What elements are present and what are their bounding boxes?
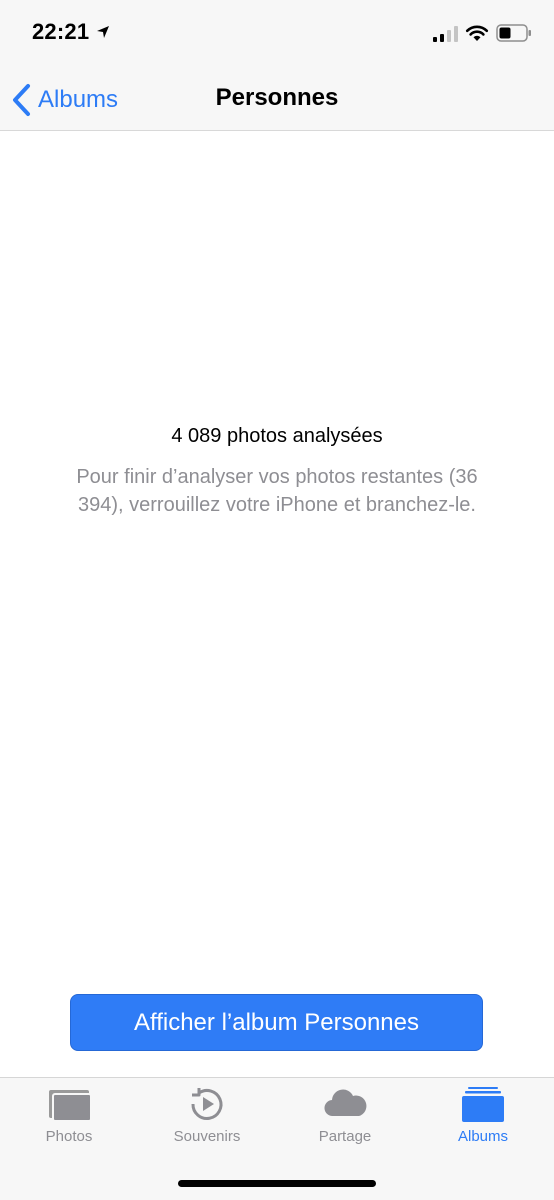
- analysis-count-text: 4 089 photos analysées: [171, 425, 383, 447]
- cellular-signal-icon: [433, 26, 458, 42]
- analysis-instructions-text: Pour finir d’analyser vos photos restant…: [76, 466, 478, 516]
- location-arrow-icon: [97, 26, 109, 38]
- tab-photos[interactable]: Photos: [0, 1084, 138, 1156]
- status-time: 22:21: [32, 19, 90, 44]
- show-people-album-button[interactable]: Afficher l’album Personnes: [70, 994, 483, 1051]
- tab-shared-label: Partage: [318, 1128, 372, 1145]
- tab-photos-label: Photos: [45, 1128, 93, 1145]
- tab-memories-label: Souvenirs: [173, 1128, 241, 1145]
- tab-albums[interactable]: Albums: [414, 1084, 552, 1156]
- cloud-icon: [324, 1089, 367, 1117]
- status-bar: 22:21: [0, 0, 554, 70]
- wifi-icon: [465, 25, 489, 41]
- navigation-bar: Albums Personnes: [0, 70, 554, 131]
- page-title: Personnes: [215, 84, 339, 111]
- battery-icon: [496, 24, 531, 42]
- albums-icon: [462, 1087, 504, 1122]
- tab-memories[interactable]: Souvenirs: [138, 1084, 276, 1156]
- tab-albums-label: Albums: [457, 1128, 509, 1145]
- photos-people-screen: 22:21 Albums Personnes 4 089 photos anal…: [0, 0, 554, 1200]
- tab-shared[interactable]: Partage: [276, 1084, 414, 1156]
- main-content: 4 089 photos analysées Pour finir d’anal…: [0, 131, 554, 1077]
- home-indicator[interactable]: [178, 1180, 376, 1187]
- memories-icon: [191, 1088, 223, 1120]
- photos-icon: [49, 1090, 92, 1122]
